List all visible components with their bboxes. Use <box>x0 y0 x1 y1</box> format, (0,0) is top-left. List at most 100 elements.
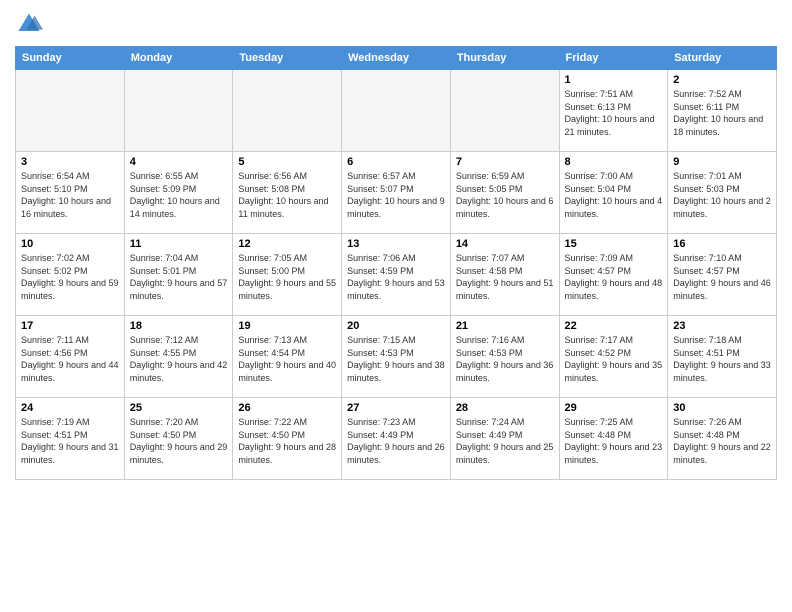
column-header-saturday: Saturday <box>668 47 777 70</box>
day-number: 16 <box>673 238 771 250</box>
column-header-wednesday: Wednesday <box>342 47 451 70</box>
calendar-cell <box>16 70 125 152</box>
calendar-cell <box>233 70 342 152</box>
day-number: 29 <box>565 402 663 414</box>
day-info: Sunrise: 7:23 AMSunset: 4:49 PMDaylight:… <box>347 416 445 466</box>
calendar-cell: 27 Sunrise: 7:23 AMSunset: 4:49 PMDayligh… <box>342 398 451 480</box>
calendar-cell: 19 Sunrise: 7:13 AMSunset: 4:54 PMDayligh… <box>233 316 342 398</box>
calendar-cell: 11 Sunrise: 7:04 AMSunset: 5:01 PMDayligh… <box>124 234 233 316</box>
calendar-cell <box>124 70 233 152</box>
calendar-cell: 1 Sunrise: 7:51 AMSunset: 6:13 PMDaylight… <box>559 70 668 152</box>
day-info: Sunrise: 7:52 AMSunset: 6:11 PMDaylight:… <box>673 88 771 138</box>
calendar-cell: 29Sunrise: 7:25 AMSunset: 4:48 PMDayligh… <box>559 398 668 480</box>
calendar-cell: 14 Sunrise: 7:07 AMSunset: 4:58 PMDayligh… <box>450 234 559 316</box>
day-info: Sunrise: 7:19 AMSunset: 4:51 PMDaylight:… <box>21 416 119 466</box>
calendar-cell: 18Sunrise: 7:12 AMSunset: 4:55 PMDayligh… <box>124 316 233 398</box>
day-info: Sunrise: 6:54 AMSunset: 5:10 PMDaylight:… <box>21 170 119 220</box>
day-number: 13 <box>347 238 445 250</box>
day-info: Sunrise: 7:26 AMSunset: 4:48 PMDaylight:… <box>673 416 771 466</box>
day-number: 23 <box>673 320 771 332</box>
day-number: 5 <box>238 156 336 168</box>
day-info: Sunrise: 7:10 AMSunset: 4:57 PMDaylight:… <box>673 252 771 302</box>
logo <box>15 10 47 38</box>
day-number: 28 <box>456 402 554 414</box>
week-row-4: 17 Sunrise: 7:11 AMSunset: 4:56 PMDayligh… <box>16 316 777 398</box>
day-info: Sunrise: 7:09 AMSunset: 4:57 PMDaylight:… <box>565 252 663 302</box>
day-number: 30 <box>673 402 771 414</box>
day-number: 14 <box>456 238 554 250</box>
day-number: 12 <box>238 238 336 250</box>
calendar-cell: 20Sunrise: 7:15 AMSunset: 4:53 PMDayligh… <box>342 316 451 398</box>
calendar-cell: 6Sunrise: 6:57 AMSunset: 5:07 PMDaylight… <box>342 152 451 234</box>
day-info: Sunrise: 7:12 AMSunset: 4:55 PMDaylight:… <box>130 334 228 384</box>
day-info: Sunrise: 7:13 AMSunset: 4:54 PMDaylight:… <box>238 334 336 384</box>
column-header-friday: Friday <box>559 47 668 70</box>
calendar-cell: 23 Sunrise: 7:18 AMSunset: 4:51 PMDayligh… <box>668 316 777 398</box>
calendar-cell: 25Sunrise: 7:20 AMSunset: 4:50 PMDayligh… <box>124 398 233 480</box>
day-number: 2 <box>673 74 771 86</box>
day-number: 15 <box>565 238 663 250</box>
day-info: Sunrise: 7:01 AMSunset: 5:03 PMDaylight:… <box>673 170 771 220</box>
day-number: 6 <box>347 156 445 168</box>
day-number: 22 <box>565 320 663 332</box>
day-number: 11 <box>130 238 228 250</box>
calendar-cell: 8Sunrise: 7:00 AMSunset: 5:04 PMDaylight… <box>559 152 668 234</box>
calendar-table: SundayMondayTuesdayWednesdayThursdayFrid… <box>15 46 777 480</box>
day-info: Sunrise: 7:02 AMSunset: 5:02 PMDaylight:… <box>21 252 119 302</box>
day-number: 8 <box>565 156 663 168</box>
column-header-sunday: Sunday <box>16 47 125 70</box>
column-header-thursday: Thursday <box>450 47 559 70</box>
calendar-cell <box>342 70 451 152</box>
calendar-cell <box>450 70 559 152</box>
day-number: 17 <box>21 320 119 332</box>
calendar-cell: 9 Sunrise: 7:01 AMSunset: 5:03 PMDaylight… <box>668 152 777 234</box>
day-info: Sunrise: 7:11 AMSunset: 4:56 PMDaylight:… <box>21 334 119 384</box>
day-number: 9 <box>673 156 771 168</box>
day-number: 10 <box>21 238 119 250</box>
calendar-cell: 5 Sunrise: 6:56 AMSunset: 5:08 PMDaylight… <box>233 152 342 234</box>
calendar-cell: 7 Sunrise: 6:59 AMSunset: 5:05 PMDaylight… <box>450 152 559 234</box>
day-info: Sunrise: 7:05 AMSunset: 5:00 PMDaylight:… <box>238 252 336 302</box>
calendar-cell: 4 Sunrise: 6:55 AMSunset: 5:09 PMDaylight… <box>124 152 233 234</box>
calendar-cell: 10 Sunrise: 7:02 AMSunset: 5:02 PMDayligh… <box>16 234 125 316</box>
week-row-1: 1 Sunrise: 7:51 AMSunset: 6:13 PMDaylight… <box>16 70 777 152</box>
day-info: Sunrise: 7:07 AMSunset: 4:58 PMDaylight:… <box>456 252 554 302</box>
calendar-cell: 17 Sunrise: 7:11 AMSunset: 4:56 PMDayligh… <box>16 316 125 398</box>
calendar-cell: 22 Sunrise: 7:17 AMSunset: 4:52 PMDayligh… <box>559 316 668 398</box>
calendar-cell: 13 Sunrise: 7:06 AMSunset: 4:59 PMDayligh… <box>342 234 451 316</box>
day-number: 27 <box>347 402 445 414</box>
day-number: 19 <box>238 320 336 332</box>
day-info: Sunrise: 7:04 AMSunset: 5:01 PMDaylight:… <box>130 252 228 302</box>
calendar-cell: 28 Sunrise: 7:24 AMSunset: 4:49 PMDayligh… <box>450 398 559 480</box>
day-info: Sunrise: 7:06 AMSunset: 4:59 PMDaylight:… <box>347 252 445 302</box>
day-number: 1 <box>565 74 663 86</box>
calendar-cell: 21Sunrise: 7:16 AMSunset: 4:53 PMDayligh… <box>450 316 559 398</box>
calendar-cell: 26Sunrise: 7:22 AMSunset: 4:50 PMDayligh… <box>233 398 342 480</box>
day-info: Sunrise: 6:59 AMSunset: 5:05 PMDaylight:… <box>456 170 554 220</box>
calendar-cell: 12 Sunrise: 7:05 AMSunset: 5:00 PMDayligh… <box>233 234 342 316</box>
day-info: Sunrise: 7:51 AMSunset: 6:13 PMDaylight:… <box>565 88 663 138</box>
day-number: 4 <box>130 156 228 168</box>
column-header-tuesday: Tuesday <box>233 47 342 70</box>
day-info: Sunrise: 6:56 AMSunset: 5:08 PMDaylight:… <box>238 170 336 220</box>
page-container: SundayMondayTuesdayWednesdayThursdayFrid… <box>0 0 792 490</box>
day-info: Sunrise: 7:18 AMSunset: 4:51 PMDaylight:… <box>673 334 771 384</box>
day-number: 3 <box>21 156 119 168</box>
week-row-5: 24 Sunrise: 7:19 AMSunset: 4:51 PMDayligh… <box>16 398 777 480</box>
day-info: Sunrise: 7:16 AMSunset: 4:53 PMDaylight:… <box>456 334 554 384</box>
day-number: 7 <box>456 156 554 168</box>
week-row-2: 3 Sunrise: 6:54 AMSunset: 5:10 PMDaylight… <box>16 152 777 234</box>
day-number: 20 <box>347 320 445 332</box>
calendar-header-row: SundayMondayTuesdayWednesdayThursdayFrid… <box>16 47 777 70</box>
day-number: 25 <box>130 402 228 414</box>
calendar-cell: 24 Sunrise: 7:19 AMSunset: 4:51 PMDayligh… <box>16 398 125 480</box>
day-info: Sunrise: 6:55 AMSunset: 5:09 PMDaylight:… <box>130 170 228 220</box>
logo-icon <box>15 10 43 38</box>
day-info: Sunrise: 7:17 AMSunset: 4:52 PMDaylight:… <box>565 334 663 384</box>
week-row-3: 10 Sunrise: 7:02 AMSunset: 5:02 PMDayligh… <box>16 234 777 316</box>
header <box>15 10 777 38</box>
calendar-cell: 2 Sunrise: 7:52 AMSunset: 6:11 PMDaylight… <box>668 70 777 152</box>
day-number: 24 <box>21 402 119 414</box>
calendar-cell: 15 Sunrise: 7:09 AMSunset: 4:57 PMDayligh… <box>559 234 668 316</box>
day-info: Sunrise: 7:24 AMSunset: 4:49 PMDaylight:… <box>456 416 554 466</box>
